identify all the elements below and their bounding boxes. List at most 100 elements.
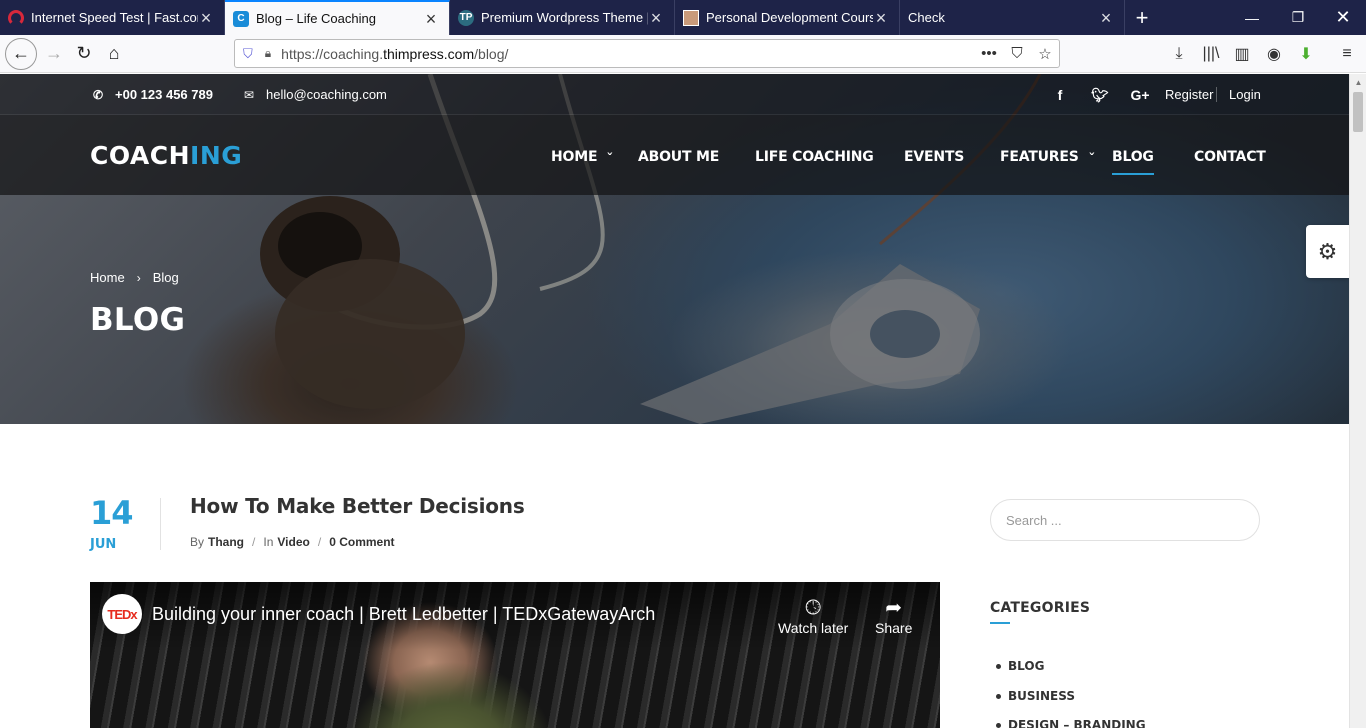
account-icon[interactable]: ◉: [1259, 39, 1289, 69]
phone-icon: ✆: [92, 87, 104, 102]
bookmark-star-icon[interactable]: ☆: [1031, 41, 1059, 67]
restore-window-button[interactable]: ❐: [1275, 0, 1321, 35]
nav-item-blog[interactable]: BLOG: [1112, 149, 1154, 175]
browser-tab-coaching[interactable]: C Blog – Life Coaching ×: [225, 0, 450, 35]
minimize-window-button[interactable]: —: [1229, 0, 1275, 35]
post-category-link[interactable]: Video: [277, 535, 309, 549]
share-button[interactable]: ➦ Share: [875, 596, 912, 636]
new-tab-button[interactable]: +: [1125, 0, 1159, 35]
clock-icon: 🕓︎: [805, 597, 822, 619]
top-info-bar: ✆ +00 123 456 789 ✉ hello@coaching.com f…: [0, 74, 1349, 115]
person-photo-icon: [683, 9, 699, 26]
close-tab-icon[interactable]: ×: [198, 9, 214, 27]
meta-separator: /: [252, 535, 256, 549]
pocket-icon[interactable]: ⛉: [1003, 41, 1031, 67]
category-item-blog[interactable]: BLOG: [996, 659, 1044, 673]
thimpress-icon: TP: [458, 9, 474, 26]
sidebar-search: [990, 499, 1260, 541]
nav-item-about[interactable]: ABOUT ME: [638, 149, 719, 165]
bullet-icon: [996, 722, 1001, 728]
page-actions-menu-icon[interactable]: •••: [975, 41, 1003, 67]
home-button[interactable]: ⌂: [99, 39, 129, 69]
category-item-business[interactable]: BUSINESS: [996, 689, 1075, 703]
date-divider: [160, 498, 161, 550]
forward-button[interactable]: →: [39, 39, 69, 69]
watch-later-label: Watch later: [778, 620, 849, 636]
browser-tab-check[interactable]: Check ×: [900, 0, 1125, 35]
nav-item-life-coaching[interactable]: LIFE COACHING: [755, 149, 874, 165]
contact-phone[interactable]: ✆ +00 123 456 789: [90, 87, 213, 102]
page-scrollbar[interactable]: ▲: [1349, 74, 1366, 728]
search-input[interactable]: [1006, 512, 1236, 528]
close-tab-icon[interactable]: ×: [648, 9, 664, 27]
watch-later-button[interactable]: 🕓︎ Watch later: [778, 596, 848, 636]
post-author-link[interactable]: Thang: [208, 535, 244, 549]
in-label: In: [263, 535, 274, 549]
browser-tab-strip: Internet Speed Test | Fast.com × C Blog …: [0, 0, 1366, 35]
tab-title: Blog – Life Coaching: [256, 11, 376, 26]
post-date-month: JUN: [90, 537, 117, 552]
browser-tab-thimpress[interactable]: TP Premium Wordpress Theme | D ×: [450, 0, 675, 35]
chevron-down-icon: ˅: [1087, 150, 1096, 164]
nav-item-features[interactable]: FEATURES ˅: [1000, 149, 1096, 165]
share-arrow-icon: ➦: [885, 597, 903, 619]
tab-title: Internet Speed Test | Fast.com: [31, 10, 198, 25]
url-text[interactable]: https://coaching.thimpress.com/blog/: [281, 46, 975, 62]
post-comments-link[interactable]: 0 Comment: [329, 535, 394, 549]
page-title: BLOG: [90, 302, 186, 338]
tab-title: Personal Development Course: [706, 10, 873, 25]
sidebar-icon[interactable]: ▥: [1227, 39, 1257, 69]
register-link[interactable]: Register: [1165, 87, 1213, 102]
contact-email[interactable]: ✉ hello@coaching.com: [241, 87, 387, 102]
scroll-up-arrow-icon[interactable]: ▲: [1350, 74, 1366, 90]
google-plus-icon[interactable]: G+: [1128, 86, 1152, 104]
browser-tab-fast[interactable]: Internet Speed Test | Fast.com ×: [0, 0, 225, 35]
bullet-icon: [996, 663, 1001, 669]
close-window-button[interactable]: ✕: [1320, 0, 1366, 35]
breadcrumb-separator: ›: [136, 270, 141, 285]
download-manager-extension-icon[interactable]: ⬇: [1291, 39, 1321, 69]
browser-navigation-bar: ← → ↻ ⌂ ⛉ 🔒︎ https://coaching.thimpress.…: [0, 35, 1366, 73]
post-date-day: 14: [90, 494, 134, 532]
page-viewport: ✆ +00 123 456 789 ✉ hello@coaching.com f…: [0, 74, 1349, 728]
lock-icon[interactable]: 🔒︎: [265, 46, 271, 61]
fast-com-icon: [8, 9, 24, 26]
category-item-design-branding[interactable]: DESIGN – BRANDING: [996, 718, 1146, 728]
hamburger-menu-icon[interactable]: ≡: [1332, 39, 1362, 69]
envelope-icon: ✉: [243, 87, 255, 102]
phone-number: +00 123 456 789: [115, 87, 213, 102]
downloads-icon[interactable]: ⤓: [1164, 39, 1194, 69]
close-tab-icon[interactable]: ×: [423, 10, 439, 28]
tracking-protection-shield-icon[interactable]: ⛉: [243, 46, 253, 62]
chevron-down-icon: ˅: [606, 150, 614, 164]
bullet-icon: [996, 693, 1001, 699]
embedded-video[interactable]: TEDx Building your inner coach | Brett L…: [90, 582, 940, 728]
hero-banner: ✆ +00 123 456 789 ✉ hello@coaching.com f…: [0, 74, 1349, 424]
breadcrumb-home-link[interactable]: Home: [90, 270, 125, 285]
video-title[interactable]: Building your inner coach | Brett Ledbet…: [152, 604, 655, 625]
twitter-icon[interactable]: 🐦︎: [1090, 86, 1110, 104]
coaching-c-icon: C: [233, 10, 249, 27]
browser-tab-personal-dev[interactable]: Personal Development Course ×: [675, 0, 900, 35]
post-title[interactable]: How To Make Better Decisions: [190, 494, 525, 518]
facebook-icon[interactable]: f: [1050, 86, 1070, 104]
tab-title: Premium Wordpress Theme | D: [481, 10, 648, 25]
login-link[interactable]: Login: [1216, 87, 1261, 102]
library-icon[interactable]: |||\: [1196, 39, 1226, 69]
nav-item-home[interactable]: HOME ˅: [551, 149, 614, 165]
close-tab-icon[interactable]: ×: [873, 9, 889, 27]
tab-title: Check: [908, 10, 945, 25]
nav-item-events[interactable]: EVENTS: [904, 149, 964, 165]
back-button[interactable]: ←: [5, 37, 37, 70]
meta-separator: /: [317, 535, 322, 549]
breadcrumb-current: Blog: [152, 270, 179, 285]
tedx-channel-avatar[interactable]: TEDx: [102, 594, 142, 634]
address-bar[interactable]: ⛉ 🔒︎ https://coaching.thimpress.com/blog…: [234, 39, 1060, 68]
gear-icon[interactable]: ⚙: [1306, 225, 1349, 278]
close-tab-icon[interactable]: ×: [1098, 9, 1114, 27]
site-logo[interactable]: COACHING: [90, 141, 242, 170]
categories-heading: CATEGORIES: [990, 600, 1091, 616]
reload-button[interactable]: ↻: [69, 39, 99, 69]
nav-item-contact[interactable]: CONTACT: [1194, 149, 1266, 165]
scrollbar-thumb[interactable]: [1353, 92, 1363, 132]
